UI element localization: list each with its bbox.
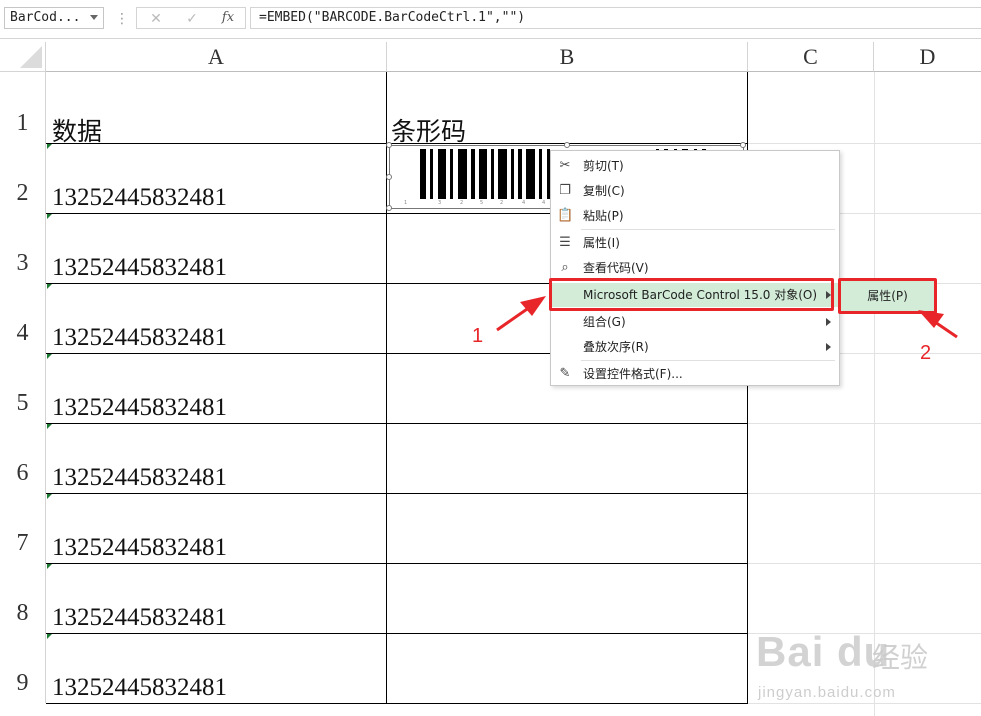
annotation-arrows — [496, 296, 958, 339]
annotation-step-1: 1 — [472, 325, 484, 347]
watermark-text: 经验 — [872, 641, 929, 674]
baidu-logo: Bai du — [756, 628, 891, 675]
baidu-jingyan-watermark: Bai du 经验 jingyan.baidu.com — [752, 620, 977, 710]
watermark-url: jingyan.baidu.com — [758, 684, 896, 701]
annotation-step-2: 2 — [920, 342, 932, 364]
